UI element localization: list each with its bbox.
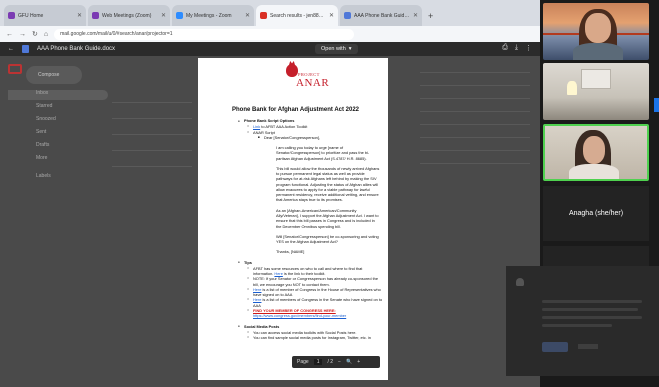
new-tab-button[interactable]: + — [424, 11, 437, 26]
home-icon[interactable]: ⌂ — [44, 31, 48, 38]
nav-item-snoozed[interactable]: Snoozed — [8, 116, 108, 126]
section-heading: Tips — [238, 260, 383, 265]
list-item: NOTE: If your Senator or Congressperson … — [238, 276, 383, 287]
house-list-link[interactable]: Here — [253, 287, 261, 292]
gmail-nav: Inbox Starred Snoozed Sent Drafts More L… — [8, 90, 108, 186]
notification-popup — [506, 266, 659, 376]
email-row[interactable] — [112, 166, 192, 167]
list-item: Here is a list of members of Congress in… — [238, 297, 383, 308]
bell-icon — [516, 278, 524, 286]
list-item: AFBT has some resources on who to call a… — [238, 266, 383, 277]
list-item: Here is a list of member of Congress in … — [238, 287, 383, 298]
compose-button[interactable]: Compose — [26, 66, 82, 84]
email-row[interactable] — [112, 102, 192, 103]
participant-video-tile-speaking[interactable] — [543, 124, 649, 181]
more-icon[interactable]: ⋮ — [525, 44, 532, 52]
close-icon[interactable]: ✕ — [245, 12, 250, 19]
project-anar-logo: PROJECT ANAR — [278, 64, 333, 90]
reload-icon[interactable]: ↻ — [32, 30, 38, 38]
document-title: Phone Bank for Afghan Adjustment Act 202… — [232, 107, 360, 113]
viewer-toolbar: ← AAA Phone Bank Guide.docx Open with ▾ ⎙… — [0, 42, 540, 56]
tab-favicon-icon — [8, 12, 15, 19]
document-page: PROJECT ANAR Phone Bank for Afghan Adjus… — [198, 58, 388, 380]
document-icon — [22, 45, 29, 53]
close-icon[interactable]: ✕ — [413, 12, 418, 19]
participant-name: Anagha (she/her) — [568, 210, 624, 217]
gmail-logo-icon — [8, 64, 22, 74]
download-icon[interactable]: ⤓ — [515, 44, 518, 52]
forward-icon[interactable]: → — [19, 31, 26, 38]
script-paragraph: Will [Senator/Congressperson] be co-spon… — [276, 233, 379, 245]
page-controls: Page 1 / 2 − 🔍 + — [292, 356, 380, 368]
open-with-button[interactable]: Open with ▾ — [315, 44, 358, 54]
participant-video-tile[interactable] — [543, 63, 649, 120]
email-row[interactable] — [112, 150, 192, 151]
nav-item-starred[interactable]: Starred — [8, 103, 108, 113]
tab-favicon-icon — [176, 12, 183, 19]
chevron-down-icon: ▾ — [348, 46, 352, 52]
script-paragraph: This bill would allow the thousands of n… — [276, 165, 380, 203]
popup-primary-button[interactable] — [542, 342, 568, 352]
back-icon[interactable]: ← — [6, 31, 13, 38]
email-row[interactable] — [112, 134, 192, 135]
close-icon[interactable]: ✕ — [161, 12, 166, 19]
document-body: Phone Bank Script Options Link to AFBT A… — [238, 118, 383, 340]
close-icon[interactable]: ✕ — [329, 12, 334, 19]
zoom-in-icon[interactable]: + — [357, 359, 360, 365]
browser-tab-active[interactable]: Search results - jen88578@gmail✕ — [256, 5, 338, 26]
participant-video-tile[interactable] — [543, 3, 649, 60]
section-heading: Phone Bank Script Options — [238, 118, 383, 123]
nav-item-more[interactable]: More — [8, 155, 108, 165]
congress-url-link[interactable]: https://www.congress.gov/members/find-yo… — [253, 313, 346, 318]
find-member-link[interactable]: FIND YOUR MEMBER OF CONGRESS HERE: — [253, 308, 336, 313]
email-row[interactable] — [112, 118, 192, 119]
labels-heading: Labels — [36, 173, 51, 179]
browser-tab[interactable]: My Meetings - Zoom ✕ — [172, 5, 254, 26]
participant-name-tile[interactable]: Anagha (she/her) — [543, 186, 649, 241]
tab-favicon-icon — [92, 12, 99, 19]
senate-list-link[interactable]: Here — [253, 297, 261, 302]
toolkit-link[interactable]: Link — [253, 124, 260, 129]
list-item: You can find sample social media posts f… — [238, 335, 383, 340]
zoom-out-icon[interactable]: − — [338, 359, 341, 365]
popup-secondary-button[interactable] — [578, 344, 598, 349]
page-number-input[interactable]: 1 — [313, 359, 323, 365]
script-paragraph: As an [Afghan-American/American/Communit… — [276, 207, 379, 229]
toolkit-link[interactable]: Here — [274, 271, 282, 276]
nav-item-sent[interactable]: Sent — [8, 129, 108, 139]
tab-favicon-icon — [260, 12, 267, 19]
gmail-side-button[interactable] — [654, 98, 659, 112]
tab-favicon-icon — [344, 12, 351, 19]
print-icon[interactable]: ⎙ — [502, 44, 508, 52]
nav-item-inbox[interactable]: Inbox — [8, 90, 108, 100]
back-arrow-icon[interactable]: ← — [8, 46, 14, 52]
script-paragraph: Thanks, [NAME] — [276, 249, 305, 255]
zoom-icon[interactable]: 🔍 — [346, 359, 352, 365]
list-item: FIND YOUR MEMBER OF CONGRESS HERE:https:… — [238, 308, 383, 319]
script-paragraph: I am calling you today to urge [name of … — [276, 145, 370, 161]
list-item: Dear [Senator/Congressperson], — [238, 135, 383, 140]
browser-tab-bar: GFU Home ✕ Web Meetings (Zoom) ✕ My Meetin… — [0, 0, 540, 26]
browser-tab[interactable]: GFU Home ✕ — [4, 5, 86, 26]
close-icon[interactable]: ✕ — [77, 12, 82, 19]
url-input[interactable]: mail.google.com/mail/u/0/#search/anar/pr… — [54, 28, 355, 40]
section-heading: Social Media Posts — [238, 324, 383, 329]
browser-tab[interactable]: AAA Phone Bank Guide.docx✕ — [340, 5, 422, 26]
nav-item-drafts[interactable]: Drafts — [8, 142, 108, 152]
address-bar-row: ← → ↻ ⌂ mail.google.com/mail/u/0/#search… — [0, 26, 540, 42]
browser-tab[interactable]: Web Meetings (Zoom) ✕ — [88, 5, 170, 26]
viewer-filename: AAA Phone Bank Guide.docx — [37, 46, 116, 52]
